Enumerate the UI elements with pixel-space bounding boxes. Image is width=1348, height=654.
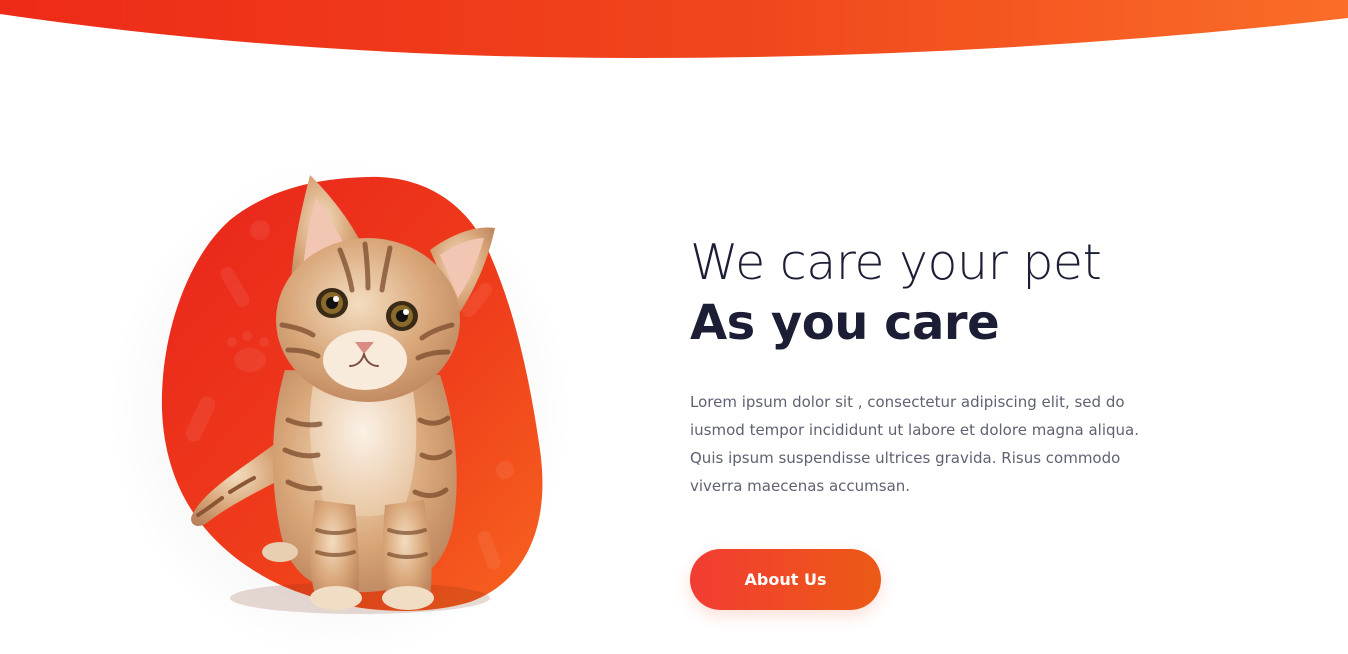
banner-curve (0, 0, 1348, 58)
about-section: We care your pet As you care Lorem ipsum… (0, 0, 1348, 654)
about-us-button[interactable]: About Us (690, 549, 881, 610)
description-text: Lorem ipsum dolor sit , consectetur adip… (690, 393, 1139, 495)
headline-bold: As you care (690, 295, 1000, 351)
top-banner (0, 0, 1348, 58)
headline-light: We care your pet (690, 234, 1102, 291)
pet-illustration (110, 160, 570, 654)
about-content: We care your pet As you care Lorem ipsum… (690, 232, 1160, 500)
